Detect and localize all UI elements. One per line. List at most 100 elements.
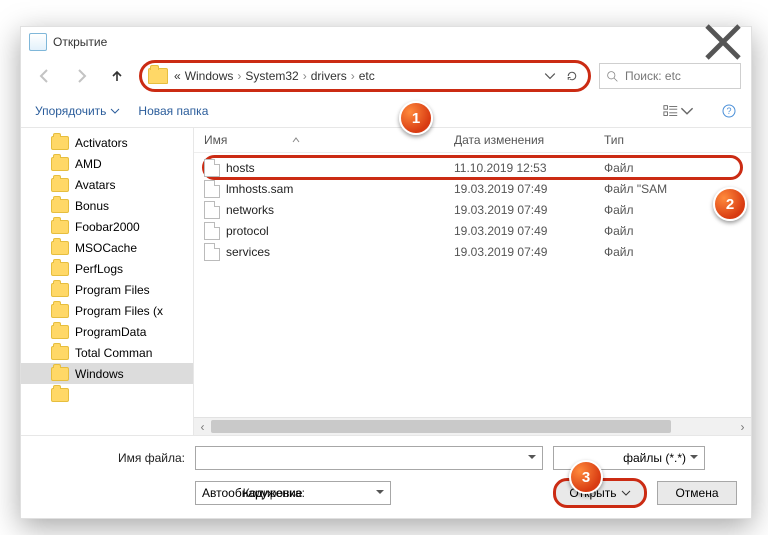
titlebar: Открытие [21,27,751,57]
new-folder-button[interactable]: Новая папка [138,104,208,118]
tree-item-label: MSOCache [75,241,137,255]
address-bar[interactable]: « Windows › System32 › drivers › etc [139,60,591,92]
file-row[interactable]: hosts 11.10.2019 12:53Файл [204,157,741,178]
file-row[interactable]: lmhosts.sam19.03.2019 07:49Файл "SAM [204,178,741,199]
col-name[interactable]: Имя [204,133,227,147]
folder-icon [51,199,69,213]
col-date[interactable]: Дата изменения [454,133,604,147]
search-placeholder: Поиск: etc [625,69,681,83]
folder-icon [51,388,69,402]
tree-item[interactable]: AMD [21,153,193,174]
file-icon [204,243,220,261]
tree-item-label: Program Files (x [75,304,163,318]
file-name: lmhosts.sam [226,182,293,196]
tree-item[interactable]: Program Files (x [21,300,193,321]
breadcrumb-part[interactable]: etc [359,69,375,83]
up-button[interactable] [103,62,131,90]
scroll-left-icon[interactable]: ‹ [194,418,211,435]
tree-item-label: Bonus [75,199,109,213]
tree-item-label: Total Comman [75,346,152,360]
tree-item[interactable]: Foobar2000 [21,216,193,237]
back-button[interactable] [31,62,59,90]
tree-item-label: Activators [75,136,128,150]
tree-item-label: AMD [75,157,102,171]
file-row[interactable]: protocol19.03.2019 07:49Файл [204,220,741,241]
file-date: 19.03.2019 07:49 [454,203,604,217]
tree-item[interactable]: ProgramData [21,321,193,342]
breadcrumb[interactable]: « Windows › System32 › drivers › etc [174,69,375,83]
filename-input[interactable] [195,446,543,470]
file-date: 19.03.2019 07:49 [454,245,604,259]
tree-item[interactable]: Avatars [21,174,193,195]
file-name: networks [226,203,274,217]
organize-button[interactable]: Упорядочить [35,104,120,118]
search-input[interactable]: Поиск: etc [599,63,741,89]
file-type: Файл [604,224,741,238]
filename-label: Имя файла: [35,451,185,465]
breadcrumb-part[interactable]: System32 [245,69,298,83]
help-button[interactable]: ? [721,104,737,118]
file-name: services [226,245,270,259]
tree-item[interactable]: Bonus [21,195,193,216]
callout-badge-3: 3 [569,460,603,494]
chevron-down-icon[interactable] [544,70,556,82]
folder-icon [51,367,69,381]
scroll-thumb[interactable] [211,420,671,433]
tree-item[interactable]: Total Comman [21,342,193,363]
file-row[interactable]: networks19.03.2019 07:49Файл [204,199,741,220]
col-type[interactable]: Тип [604,133,751,147]
footer: Имя файла: файлы (*.*) Кодировка: Автооб… [21,436,751,518]
file-row[interactable]: services 19.03.2019 07:49Файл [204,241,741,262]
tree-item-label: Foobar2000 [75,220,140,234]
breadcrumb-part[interactable]: drivers [311,69,347,83]
folder-icon [51,325,69,339]
file-icon [204,222,220,240]
callout-badge-1: 1 [399,101,433,135]
folder-icon [51,220,69,234]
folder-icon [148,68,168,84]
file-type: Файл [604,161,741,175]
file-icon [204,180,220,198]
tree-item-label: Avatars [75,178,115,192]
tree-item[interactable]: Activators [21,132,193,153]
chevron-right-icon: › [351,69,355,83]
tree-item[interactable]: PerfLogs [21,258,193,279]
breadcrumb-part[interactable]: Windows [185,69,234,83]
tree-item[interactable]: Windows [21,363,193,384]
scroll-right-icon[interactable]: › [734,418,751,435]
folder-icon [51,157,69,171]
forward-button[interactable] [67,62,95,90]
cancel-button[interactable]: Отмена [657,481,737,505]
tree-item[interactable]: MSOCache [21,237,193,258]
view-mode-button[interactable] [663,104,695,118]
tree-item-label: Windows [75,367,124,381]
tree-item-label: PerfLogs [75,262,123,276]
file-date: 19.03.2019 07:49 [454,182,604,196]
horizontal-scrollbar[interactable]: ‹ › [194,417,751,435]
refresh-icon[interactable] [566,70,578,82]
folder-icon [51,283,69,297]
chevron-down-icon [110,106,120,116]
file-date: 11.10.2019 12:53 [454,161,604,175]
window-title: Открытие [53,35,703,49]
document-icon [29,33,47,51]
file-type: Файл [604,245,741,259]
nav-row: « Windows › System32 › drivers › etc Пои… [21,57,751,95]
encoding-value: Автообнаружение [202,486,302,500]
encoding-select[interactable]: Автообнаружение [195,481,391,505]
file-icon [204,201,220,219]
file-name: protocol [226,224,269,238]
file-list: Имя Дата изменения Тип hosts 11.10.2019 1… [194,128,751,435]
close-button[interactable] [703,31,743,53]
column-headers[interactable]: Имя Дата изменения Тип [194,128,751,153]
tree-item[interactable] [21,384,193,405]
sort-asc-icon [291,135,301,145]
file-name: hosts [226,161,255,175]
chevron-down-icon [621,488,631,498]
folder-tree[interactable]: Activators AMD Avatars Bonus Foobar2000 MSOCa… [21,128,194,435]
chevron-right-icon: › [237,69,241,83]
tree-item-label: Program Files [75,283,150,297]
folder-icon [51,136,69,150]
tree-item[interactable]: Program Files [21,279,193,300]
folder-icon [51,241,69,255]
